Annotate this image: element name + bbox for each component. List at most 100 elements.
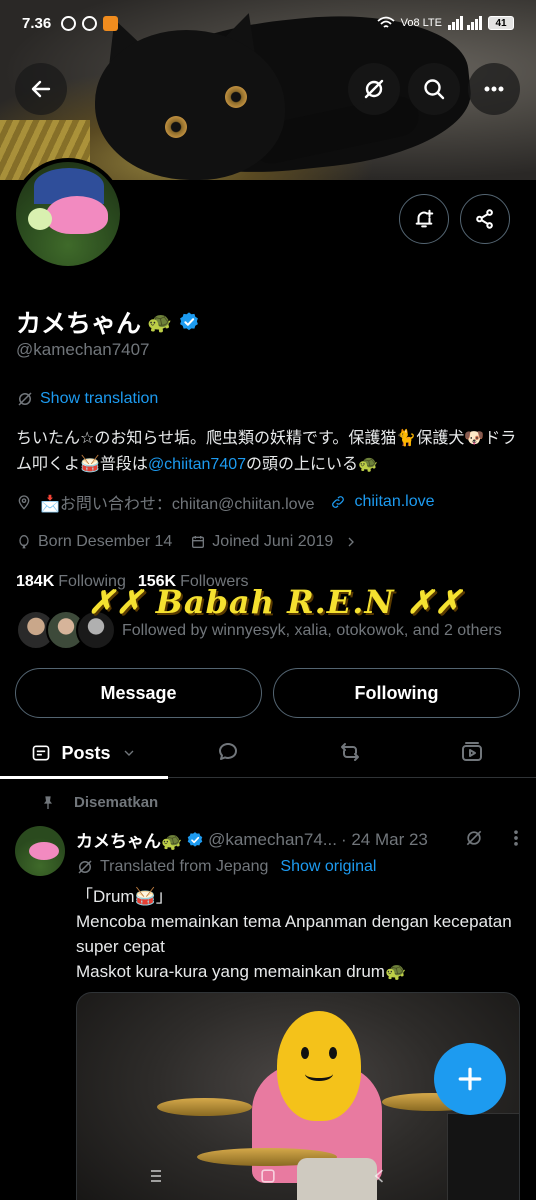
- show-original-link[interactable]: Show original: [280, 858, 376, 876]
- status-right: Vo8 LTE 41: [377, 16, 514, 30]
- profile-avatar[interactable]: [12, 158, 124, 270]
- media-cymbal: [157, 1098, 252, 1116]
- pinned-label: Disematkan: [74, 794, 159, 811]
- bio-mention-link[interactable]: @chiitan7407: [148, 456, 246, 473]
- notify-add-icon: [415, 209, 434, 228]
- profile-meta-dates: Born Desember 14 Joined Juni 2019: [16, 533, 359, 551]
- post-line: 「Drum🥁」: [76, 887, 173, 906]
- show-translation-link[interactable]: Show translation: [16, 390, 158, 408]
- post-line: Mencoba memainkan tema Anpanman dengan k…: [76, 912, 512, 956]
- show-translation-label: Show translation: [40, 390, 159, 407]
- contact-text: 📩お問い合わせ：chiitan@chiitan.love: [40, 496, 315, 513]
- pinned-indicator: Disematkan: [40, 794, 158, 811]
- tab-posts[interactable]: Posts: [0, 728, 168, 779]
- shop-notification-icon: [103, 15, 119, 31]
- recent-apps-icon[interactable]: [146, 1166, 166, 1186]
- following-button[interactable]: Following: [273, 668, 520, 718]
- avatar-turtle-shell: [29, 842, 59, 860]
- message-button[interactable]: Message: [15, 668, 262, 718]
- turtle-emoji: 🐢: [147, 311, 172, 334]
- translate-off-icon: [364, 79, 384, 99]
- location-icon: [18, 495, 30, 510]
- reply-icon: [219, 743, 237, 760]
- chevron-down-icon: [124, 750, 133, 756]
- chevron-right-icon[interactable]: [343, 534, 359, 550]
- media-mascot-head: [277, 1011, 361, 1121]
- share-button[interactable]: [460, 194, 510, 244]
- back-icon: [31, 80, 51, 98]
- banner-cat-eye: [165, 116, 187, 138]
- avatar-turtle-shell: [46, 196, 108, 234]
- whatsapp-icon: [61, 15, 77, 31]
- wifi-icon: [377, 16, 395, 28]
- joined-text: Joined Juni 2019: [212, 533, 334, 550]
- translate-icon: [18, 392, 32, 406]
- repost-icon: [341, 743, 359, 761]
- posts-icon: [33, 745, 50, 761]
- translate-icon: [78, 860, 92, 874]
- post-date: · 24 Mar 23: [340, 829, 428, 849]
- mascot-mouth: [305, 1067, 333, 1081]
- tab-indicator: [0, 776, 168, 779]
- notify-button[interactable]: [399, 194, 449, 244]
- avatar-turtle-head: [28, 208, 52, 230]
- media-icon: [462, 742, 482, 761]
- status-notification-icons: [61, 15, 119, 31]
- website-link[interactable]: chiitan.love: [354, 493, 434, 511]
- banner-cat-head: [95, 30, 285, 180]
- search-button[interactable]: [408, 63, 460, 115]
- share-icon: [476, 209, 493, 229]
- post-author-name[interactable]: カメちゃん🐢: [76, 827, 182, 852]
- post-author-handle[interactable]: @kamechan74...: [208, 830, 337, 850]
- post-translation-row: Translated from Jepang Show original: [76, 858, 376, 876]
- back-button[interactable]: [15, 63, 67, 115]
- verified-icon: [187, 831, 203, 847]
- verified-icon: [180, 312, 198, 331]
- battery-icon: 41: [488, 16, 514, 30]
- followed-by-text[interactable]: Followed by winnyesyk, xalia, otokowok, …: [122, 622, 502, 640]
- search-icon: [424, 79, 445, 100]
- more-button[interactable]: [468, 63, 520, 115]
- profile-meta-contact: 📩お問い合わせ：chiitan@chiitan.love chiitan.lov…: [16, 490, 435, 514]
- profile-handle: @kamechan7407: [16, 340, 150, 359]
- plus-icon: [458, 1067, 482, 1091]
- balloon-icon: [19, 535, 29, 549]
- tab-media[interactable]: [460, 740, 486, 766]
- born-text: Born Desember 14: [38, 533, 173, 550]
- system-navigation-bar: [0, 1152, 536, 1200]
- status-bar: 7.36 Vo8 LTE 41: [0, 0, 536, 46]
- translated-from-label: Translated from Jepang: [100, 858, 269, 875]
- signal-icon: [448, 16, 482, 30]
- more-vertical-icon[interactable]: [506, 828, 526, 848]
- mascot-eye: [301, 1047, 309, 1059]
- profile-name-row: カメちゃん 🐢: [16, 304, 200, 340]
- post-actions: [464, 828, 526, 848]
- profile-name: カメちゃん: [16, 310, 142, 338]
- avatar-image: [16, 162, 120, 266]
- pin-icon: [44, 795, 52, 809]
- translate-off-icon[interactable]: [464, 828, 484, 848]
- tab-posts-label: Posts: [61, 742, 111, 763]
- more-icon: [484, 86, 504, 92]
- banner-cat-eye: [225, 86, 247, 108]
- link-icon: [332, 496, 345, 508]
- app-notification-icon: [82, 15, 98, 31]
- profile-bio: ちいたん☆のお知らせ垢。爬虫類の妖精です。保護猫🐈保護犬🐶ドラム叩くよ🥁普段は@…: [16, 426, 526, 478]
- watermark-overlay-text: ✗✗ Babah R.E.N ✗✗: [88, 583, 463, 621]
- network-type: Vo8 LTE: [400, 17, 442, 29]
- post-header: カメちゃん🐢 @kamechan74... · 24 Mar 23: [76, 827, 428, 852]
- tab-reposts[interactable]: [338, 740, 364, 766]
- post-text: 「Drum🥁」 Mencoba memainkan tema Anpanman …: [76, 884, 516, 984]
- system-back-icon[interactable]: [370, 1166, 390, 1186]
- calendar-icon: [192, 536, 205, 548]
- mascot-eye: [329, 1047, 337, 1059]
- post-author-avatar[interactable]: [15, 826, 65, 876]
- bio-text-end: の頭の上にいる🐢: [246, 456, 378, 473]
- tab-replies[interactable]: [216, 740, 242, 766]
- post-line: Maskot kura-kura yang memainkan drum🐢: [76, 962, 407, 981]
- profile-tabs: Posts: [0, 728, 536, 779]
- compose-post-button[interactable]: [434, 1043, 506, 1115]
- translate-toggle-button[interactable]: [348, 63, 400, 115]
- home-icon[interactable]: [258, 1166, 278, 1186]
- following-count: 184K: [16, 573, 55, 590]
